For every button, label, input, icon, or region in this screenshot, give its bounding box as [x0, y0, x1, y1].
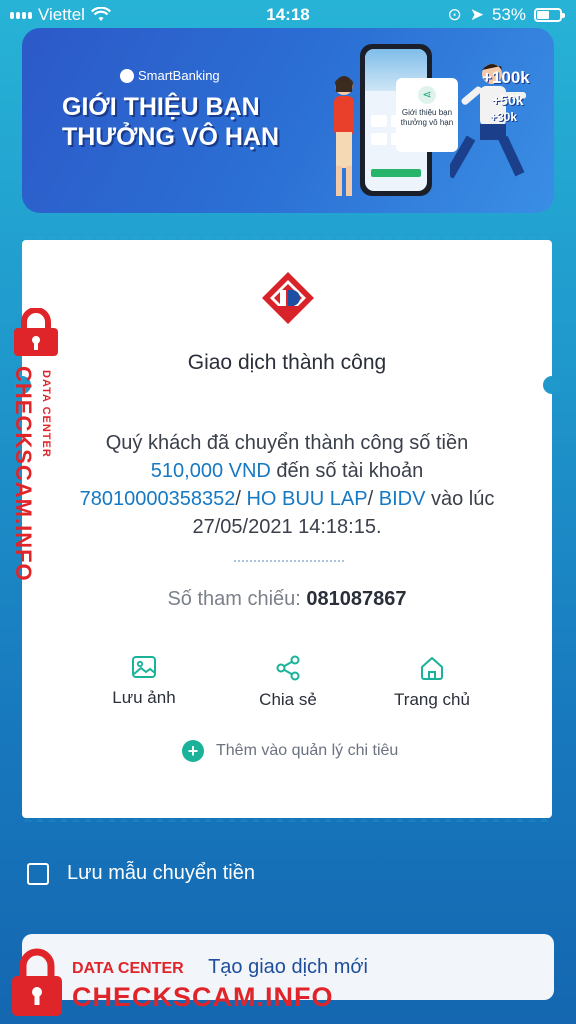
watermark-bottom-main: CHECKSCAM.INFO: [72, 982, 334, 1012]
save-template-label: Lưu mẫu chuyển tiền: [67, 862, 255, 884]
recipient-account: 78010000358352: [79, 488, 236, 510]
transaction-message: Quý khách đã chuyển thành công số tiền 5…: [79, 432, 495, 538]
bonus-30k: +30k: [490, 110, 518, 124]
save-image-button[interactable]: Lưu ảnh: [89, 654, 199, 708]
share-icon: ⋖: [418, 86, 436, 104]
watermark-bottom-sub: DATA CENTER: [72, 960, 184, 977]
save-template-checkbox[interactable]: [27, 862, 49, 885]
add-to-expense-button[interactable]: + Thêm vào quản lý chi tiêu: [182, 740, 398, 762]
bonus-50k: +50k: [492, 92, 524, 108]
bank-logo: [262, 272, 314, 324]
woman-illustration: [334, 76, 354, 196]
reference-number: Số tham chiếu: 081087867: [22, 588, 552, 611]
location-icon: ➤: [469, 5, 484, 24]
receipt-card: Giao dịch thành công Quý khách đã chuyển…: [13, 236, 561, 822]
recipient-bank: BIDV: [378, 488, 426, 510]
banner-popup: ⋖ Giới thiệu bạn thưởng vô hạn: [396, 78, 458, 152]
save-template-option[interactable]: Lưu mẫu chuyển tiền: [27, 862, 255, 885]
transfer-amount: 510,000 VND: [150, 460, 271, 482]
status-bar: Viettel 14:18 ⊙ ➤ 53%: [0, 0, 576, 30]
watermark-bottom: DATA CENTER CHECKSCAM.INFO: [8, 948, 348, 1020]
home-icon: [421, 657, 443, 680]
recipient-name: HO BUU LAP: [246, 488, 368, 510]
transaction-status-title: Giao dịch thành công: [187, 351, 387, 374]
home-button[interactable]: Trang chủ: [377, 654, 487, 710]
image-icon: [132, 656, 156, 678]
share-button[interactable]: Chia sẻ: [233, 654, 343, 710]
transaction-datetime: 27/05/2021 14:18:15.: [192, 516, 382, 538]
rotation-lock-icon: ⊙: [447, 5, 462, 24]
plus-icon: +: [182, 740, 204, 762]
share-icon: [276, 655, 300, 681]
battery-percent: 53%: [491, 5, 526, 24]
banner-headline: GIỚI THIỆU BẠN THƯỞNG VÔ HẠN: [62, 93, 280, 151]
bonus-100k: +100k: [482, 68, 530, 87]
watermark-side: CHECKSCAM.INFO DATA CENTER: [4, 308, 60, 588]
watermark-side-sub: DATA CENTER: [40, 370, 52, 458]
action-row: Lưu ảnh Chia sẻ Trang chủ: [22, 654, 552, 714]
status-right: ⊙ ➤ 53%: [447, 5, 565, 25]
brand-logo-icon: [120, 68, 134, 83]
lock-icon: [14, 308, 58, 356]
battery-icon: [534, 8, 565, 22]
reference-value: 081087867: [306, 588, 407, 610]
watermark-side-main: CHECKSCAM.INFO: [11, 366, 36, 582]
promo-banner[interactable]: SmartBanking GIỚI THIỆU BẠN THƯỞNG VÔ HẠ…: [22, 28, 554, 213]
banner-brand: SmartBanking: [120, 68, 220, 83]
lock-icon: [12, 948, 62, 1016]
dotted-divider: [234, 560, 344, 562]
card-notch-right: [543, 376, 561, 394]
reference-label: Số tham chiếu:: [167, 588, 307, 610]
